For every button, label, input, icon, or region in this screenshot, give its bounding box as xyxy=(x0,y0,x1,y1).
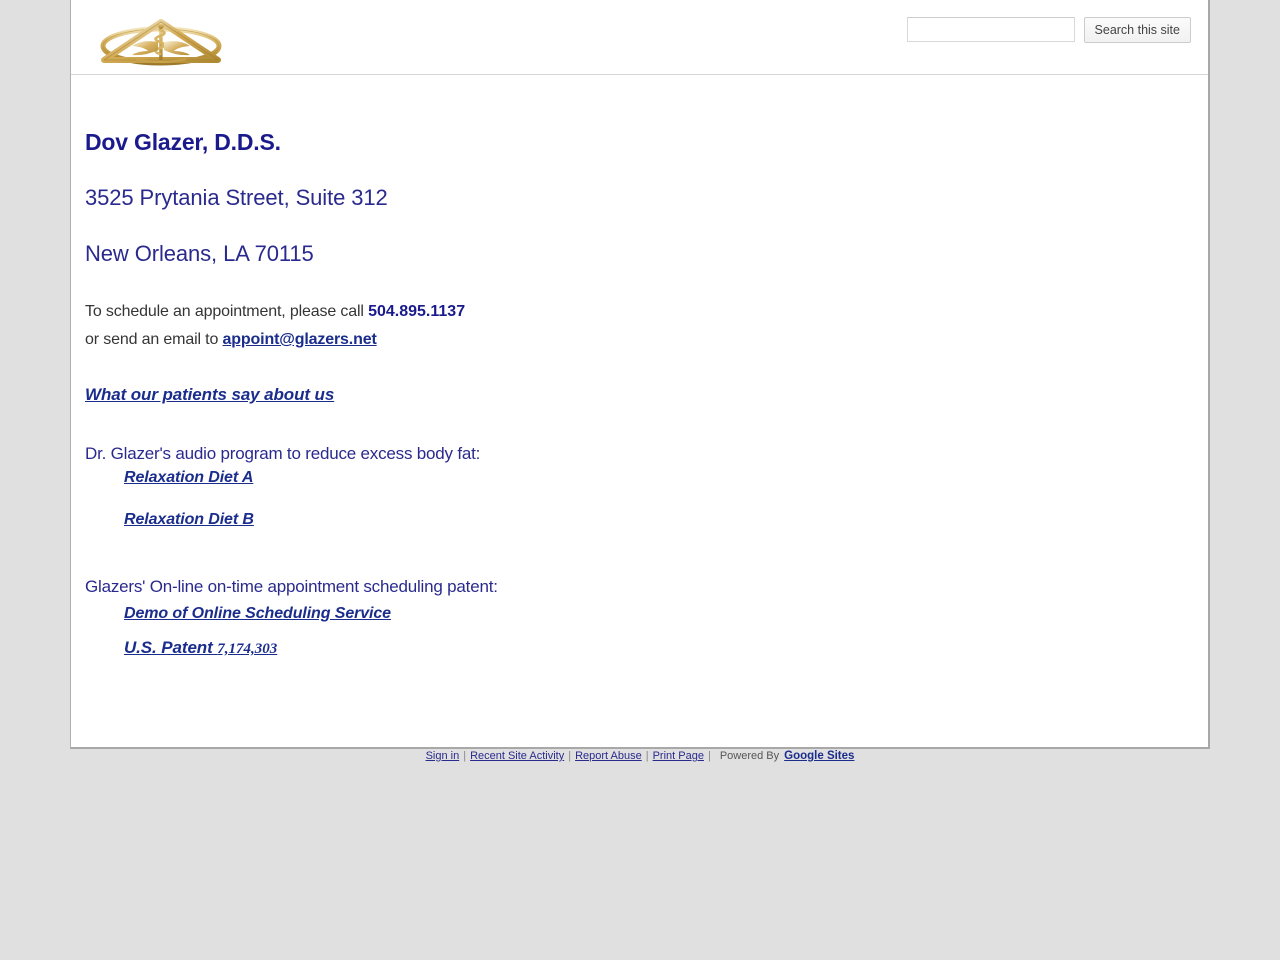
main-content: Dov Glazer, D.D.S. 3525 Prytania Street,… xyxy=(71,75,1208,747)
email-line: or send an email to appoint@glazers.net xyxy=(85,331,377,349)
relaxation-diet-a-link[interactable]: Relaxation Diet A xyxy=(124,469,253,487)
us-patent-number: 7,174,303 xyxy=(217,641,278,657)
site-search: Search this site xyxy=(906,17,1191,43)
us-patent-label: U.S. Patent xyxy=(124,638,218,657)
schedule-text: To schedule an appointment, please call xyxy=(85,303,369,320)
footer-print-page-link[interactable]: Print Page xyxy=(653,750,704,762)
audio-program-heading: Dr. Glazer's audio program to reduce exc… xyxy=(85,444,481,463)
site-header: Search this site xyxy=(71,0,1208,75)
us-patent-link[interactable]: U.S. Patent 7,174,303 xyxy=(124,638,277,658)
footer-google-sites-link[interactable]: Google Sites xyxy=(779,750,854,762)
footer-separator-1: | xyxy=(463,750,467,762)
footer-powered-by-label: Powered By xyxy=(719,750,780,762)
footer-separator-4: | xyxy=(707,750,711,762)
footer-recent-activity-link[interactable]: Recent Site Activity xyxy=(470,750,564,762)
footer-sign-in-link[interactable]: Sign in xyxy=(426,750,460,762)
patent-heading: Glazers' On-line on-time appointment sch… xyxy=(85,577,498,596)
dental-caduceus-emblem-icon xyxy=(100,19,222,66)
page-title: Dov Glazer, D.D.S. xyxy=(85,129,281,155)
schedule-line: To schedule an appointment, please call … xyxy=(85,303,465,321)
content-inner: Dov Glazer, D.D.S. 3525 Prytania Street,… xyxy=(71,75,1208,657)
search-input[interactable] xyxy=(906,17,1075,42)
patient-testimonials-link[interactable]: What our patients say about us xyxy=(85,385,334,405)
footer-separator-2: | xyxy=(568,750,572,762)
relaxation-diet-b-link[interactable]: Relaxation Diet B xyxy=(124,511,254,529)
address-street: 3525 Prytania Street, Suite 312 xyxy=(85,185,388,210)
demo-scheduling-link[interactable]: Demo of Online Scheduling Service xyxy=(124,605,391,623)
footer-separator-3: | xyxy=(645,750,649,762)
site-footer: Sign in | Recent Site Activity | Report Abus… xyxy=(70,750,1210,762)
search-button[interactable]: Search this site xyxy=(1083,17,1191,43)
phone-number: 504.895.1137 xyxy=(368,303,466,320)
site-page-frame: Search this site Dov Glazer, D.D.S. 3525… xyxy=(70,0,1210,749)
site-logo[interactable] xyxy=(96,14,236,66)
email-link[interactable]: appoint@glazers.net xyxy=(223,331,377,348)
address-city: New Orleans, LA 70115 xyxy=(85,241,314,266)
footer-report-abuse-link[interactable]: Report Abuse xyxy=(575,750,642,762)
email-text: or send an email to xyxy=(85,331,223,348)
